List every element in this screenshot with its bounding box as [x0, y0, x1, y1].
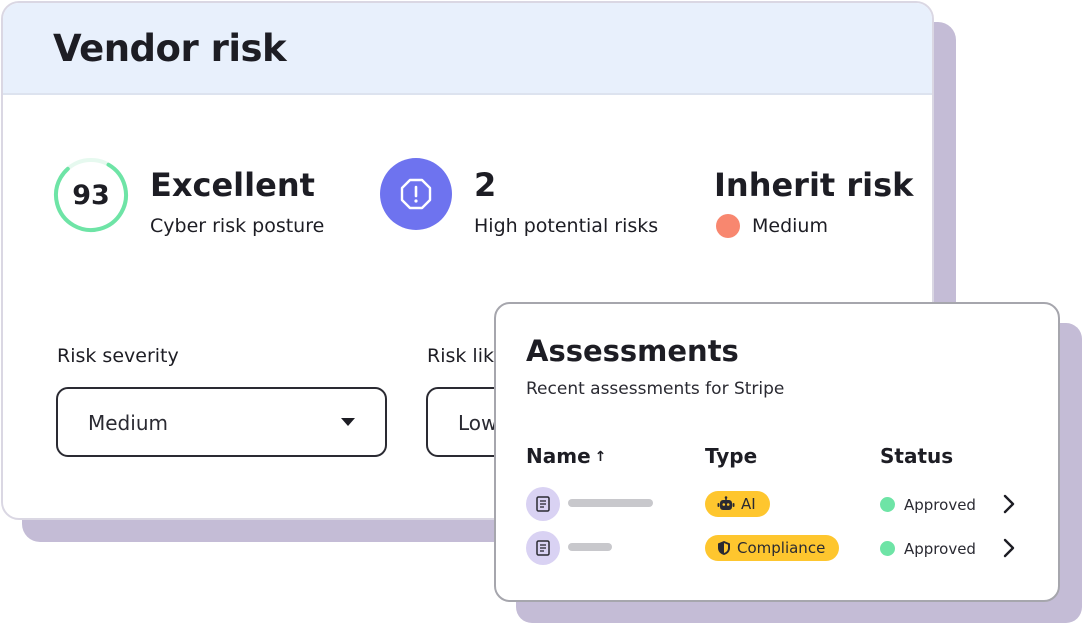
vendor-card-header: Vendor risk: [3, 3, 932, 95]
medium-risk-dot: [716, 214, 740, 238]
risk-severity-label: Risk severity: [57, 345, 179, 367]
status-label: Approved: [904, 496, 976, 514]
type-badge-label: AI: [741, 495, 756, 513]
column-header-status: Status: [880, 444, 954, 468]
column-header-name[interactable]: Name ↑: [526, 444, 606, 468]
caret-down-icon: [341, 418, 355, 426]
type-badge-ai: AI: [705, 491, 770, 517]
document-icon: [526, 487, 560, 521]
score-label: Excellent: [150, 166, 315, 204]
score-caption: Cyber risk posture: [150, 215, 325, 237]
approved-status-dot: [880, 541, 895, 556]
approved-status-dot: [880, 497, 895, 512]
shield-icon: [718, 541, 730, 555]
assessments-card: Assessments Recent assessments for Strip…: [494, 302, 1060, 602]
inherit-risk-level: Medium: [752, 215, 828, 237]
risks-count: 2: [474, 166, 497, 204]
risk-severity-value: Medium: [88, 411, 168, 435]
risk-likelihood-value: Low: [458, 411, 498, 435]
score-value: 93: [72, 179, 110, 211]
chevron-right-icon[interactable]: [1000, 493, 1018, 515]
robot-icon: [717, 496, 735, 510]
type-badge-compliance: Compliance: [705, 535, 840, 561]
assessments-title: Assessments: [526, 334, 739, 368]
type-badge-label: Compliance: [737, 539, 826, 557]
inherit-risk-title: Inherit risk: [714, 166, 914, 204]
assessments-subtitle: Recent assessments for Stripe: [526, 379, 785, 399]
sort-ascending-icon: ↑: [594, 449, 607, 465]
risks-caption: High potential risks: [474, 215, 659, 237]
risk-severity-select[interactable]: Medium: [56, 387, 387, 457]
chevron-right-icon[interactable]: [1000, 537, 1018, 559]
vendor-card-title: Vendor risk: [53, 27, 287, 70]
status-label: Approved: [904, 540, 976, 558]
column-header-type: Type: [705, 444, 758, 468]
name-placeholder: [568, 543, 612, 551]
name-placeholder: [568, 499, 653, 507]
column-name-label: Name: [526, 444, 591, 468]
document-icon: [526, 531, 560, 565]
alert-octagon-icon: [380, 158, 452, 230]
